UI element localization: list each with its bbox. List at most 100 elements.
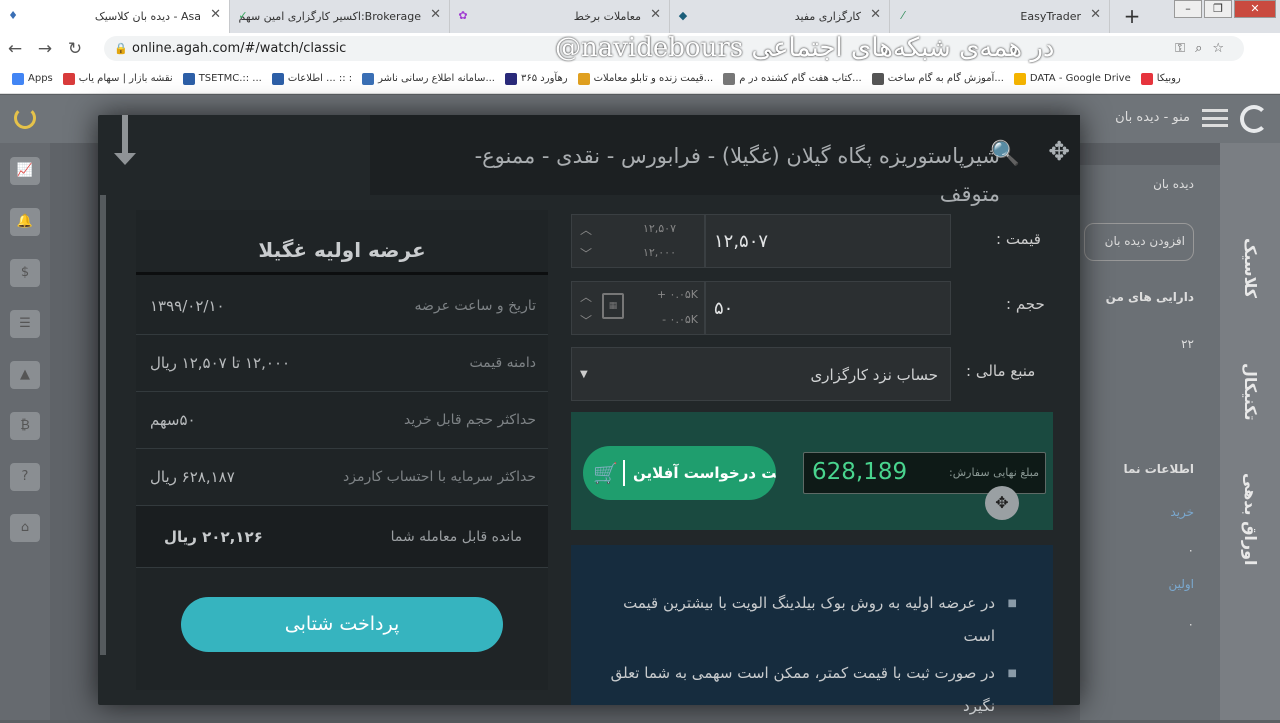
mountain-icon[interactable]: ▲ [10,361,40,389]
close-icon[interactable]: ✕ [650,7,661,22]
assets-label[interactable]: دارایی های من [1106,290,1194,304]
funding-source-select[interactable]: حساب نزد کارگزاری ▼ [571,347,951,401]
bookmark-item[interactable]: نقشه بازار | سهام یاب [62,72,173,85]
price-min[interactable]: ۱۲,۰۰۰ [643,246,676,259]
reload-icon[interactable]: ↻ [60,39,90,59]
bookmark-favicon-icon [12,72,24,85]
count-label: ۲۲ [1181,337,1194,351]
browser-tab-asa[interactable]: ♦ دیده بان کلاسیک - Asa ✕ [0,0,230,33]
list-icon[interactable]: ☰ [10,310,40,338]
pin-icon[interactable] [114,115,136,165]
browser-tab-easytrader[interactable]: ⁄ EasyTrader ✕ [890,0,1110,33]
price-max[interactable]: ۱۲,۵۰۷ [643,222,676,235]
tab-label: معاملات برخط [573,10,641,23]
bookmark-label: روبیکا [1156,73,1181,84]
browser-tab-online-trading[interactable]: ✿ معاملات برخط ✕ [450,0,670,33]
cart-icon: 🛒 [593,461,618,485]
chevron-down-icon[interactable]: ﹀ [580,312,592,329]
forward-icon[interactable]: → [30,39,60,59]
tab-classic[interactable]: کلاسیک [1241,238,1260,298]
bookmark-item[interactable]: اطلاعات ... :: : [271,72,352,85]
volume-stepper[interactable]: ︿ ﹀ ▦ + ۰.۰۵K - ۰.۰۵K [571,281,705,335]
move-icon[interactable]: ✥ [1048,137,1070,167]
chevron-down-icon[interactable]: ﹀ [580,245,592,262]
key-icon[interactable]: ⚿ [1175,41,1195,56]
menu-label[interactable]: منو - دیده بان [1115,110,1190,125]
left-toolbar: 📈 🔔 $ ☰ ▲ ₿ ? ⌂ [0,143,50,720]
close-icon[interactable]: ✕ [1090,7,1101,22]
volume-minus[interactable]: - ۰.۰۵K [662,313,698,326]
bookmark-favicon-icon [1013,72,1026,85]
submit-offline-order-button[interactable]: 🛒 ثبت درخواست آفلاین [583,446,776,500]
ipo-row-key: حداکثر سرمایه با احتساب کارمزد [343,469,536,485]
tab-bonds[interactable]: اوراق بدهی [1241,473,1260,566]
bullet-icon: ■ [1007,668,1017,679]
codal-icon[interactable]: ⌂ [10,514,40,542]
tab-label: EasyTrader [1020,10,1081,23]
volume-input[interactable]: ۵۰ [705,281,951,335]
watchlist-panel: دیده بان افزودن دیده بان دارایی های من ۲… [1080,165,1220,720]
buy-label[interactable]: خرید [1170,505,1194,519]
zero-value: ۰ [1187,617,1194,631]
zoom-icon[interactable]: ⌕ [1195,41,1212,56]
ipo-row-value: ۲۰۲,۱۲۶ ریال [164,528,263,546]
power-icon[interactable] [14,107,36,129]
flower-icon: ✿ [458,9,468,22]
note-text: در عرضه اولیه به روش بوک بیلدینگ الویت ب… [623,594,995,645]
new-tab-button[interactable]: + [1118,3,1146,31]
price-input[interactable]: ۱۲,۵۰۷ [705,214,951,268]
chevron-up-icon[interactable]: ︿ [580,221,592,238]
window-close-button[interactable]: ✕ [1234,0,1276,18]
search-icon[interactable]: 🔍 [990,139,1020,167]
bitcoin-icon[interactable]: ₿ [10,412,40,440]
volume-plus[interactable]: + ۰.۰۵K [657,288,698,301]
first-label[interactable]: اولین [1168,577,1194,591]
scrollbar[interactable] [100,195,106,655]
bookmark-item[interactable]: سامانه اطلاع رسانی ناشر... [362,72,495,85]
submit-label: ثبت درخواست آفلاین [633,464,776,482]
help-icon[interactable]: ? [10,463,40,491]
bookmark-item[interactable]: TSETMC.:: ... [182,72,262,85]
bookmark-favicon-icon [577,72,590,85]
bookmark-item[interactable]: کتاب هفت گام کشنده در م... [723,72,862,85]
browser-tab-mofid[interactable]: ◆ کارگزاری مفید ✕ [670,0,890,33]
ipo-notes: ■ در عرضه اولیه به روش بوک بیلدینگ الویت… [571,545,1053,715]
close-icon[interactable]: ✕ [870,7,881,22]
restore-button[interactable]: ❐ [1204,0,1232,18]
zero-value: ۰ [1187,543,1194,557]
ipo-row-key: حداکثر حجم قابل خرید [404,412,536,428]
leaf-icon: ⁄ [902,9,904,22]
hamburger-icon[interactable] [1202,109,1228,127]
bookmark-item[interactable]: روبیکا [1140,72,1181,85]
ipo-row-key: تاریخ و ساعت عرضه [414,298,536,314]
calculator-icon[interactable]: ▦ [602,293,624,319]
bookmark-item[interactable]: رهآورد ۳۶۵ [504,72,568,85]
close-icon[interactable]: ✕ [430,7,441,22]
add-watch-button[interactable]: افزودن دیده بان [1084,223,1194,261]
chart-icon[interactable]: 📈 [10,157,40,185]
tab-label: کارگزاری مفید [794,10,861,23]
back-icon[interactable]: ← [0,39,30,59]
bookmark-item[interactable]: قیمت زنده و تابلو معاملات... [577,72,713,85]
browser-tab-brokerage[interactable]: ✓ اکسیر کارگزاری امین سهم:Brokerage ✕ [230,0,450,33]
bookmark-item[interactable]: آموزش گام به گام ساخت... [871,72,1004,85]
minimize-button[interactable]: – [1174,0,1202,18]
bell-icon[interactable]: 🔔 [10,208,40,236]
tab-technical[interactable]: تکنیکال [1241,363,1260,421]
bookmark-favicon-icon [271,72,284,85]
bookmark-label: نقشه بازار | سهام یاب [78,73,173,84]
price-stepper[interactable]: ︿ ﹀ ۱۲,۵۰۷ ۱۲,۰۰۰ [571,214,705,268]
chevron-up-icon[interactable]: ︿ [580,288,592,305]
money-bag-icon[interactable]: $ [10,259,40,287]
note-item: ■ در صورت ثبت با قیمت کمتر، ممکن است سهم… [605,657,1017,723]
symbol-title: شیرپاستوریزه پگاه گیلان (غگیلا) - فرابور… [474,144,1000,206]
price-label: قیمت : [996,230,1041,248]
bookmark-item[interactable]: Apps [12,72,53,85]
button-divider [623,460,625,486]
fast-payment-button[interactable]: پرداخت شتابی [181,597,503,652]
close-icon[interactable]: ✕ [210,7,221,22]
ipo-row-key: مانده قابل معامله شما [390,529,522,545]
star-icon[interactable]: ☆ [1212,41,1234,56]
bookmark-label: Apps [28,73,53,84]
bookmark-item[interactable]: DATA - Google Drive [1013,72,1131,85]
